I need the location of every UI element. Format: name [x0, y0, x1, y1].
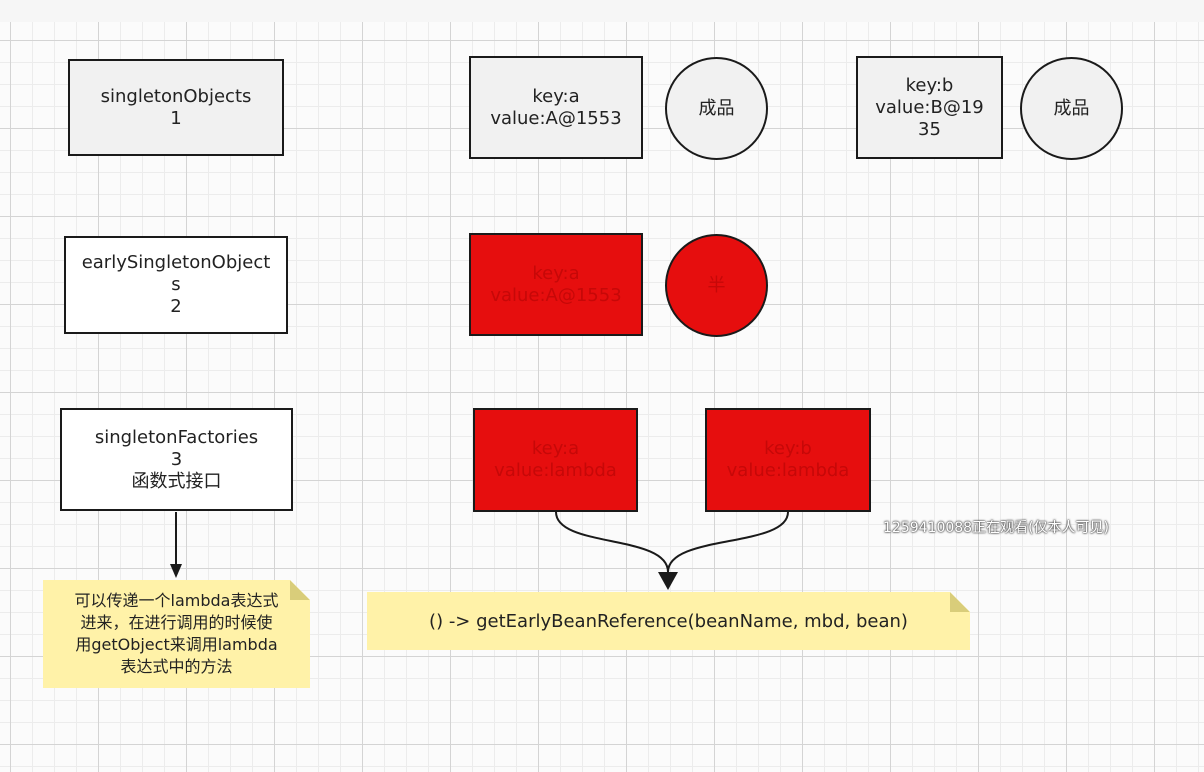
lambda-merge-arrowhead: [658, 572, 678, 590]
early-bean-reference-text: () -> getEarlyBeanReference(beanName, mb…: [429, 610, 908, 632]
lambda-a-curve: [555, 511, 669, 573]
lambda-explanation-note: 可以传递一个lambda表达式 进来，在进行调用的时候使 用getObject来…: [43, 580, 310, 688]
note-line-3: 用getObject来调用lambda: [75, 635, 278, 654]
note-line-1: 可以传递一个lambda表达式: [74, 591, 279, 610]
note-line-2: 进来，在进行调用的时候使: [80, 613, 273, 632]
note-line-4: 表达式中的方法: [120, 657, 233, 676]
lambda-b-curve: [667, 511, 789, 573]
early-bean-reference-note: () -> getEarlyBeanReference(beanName, mb…: [367, 592, 970, 650]
viewer-watermark: 1259410088正在观看(仅本人可见): [883, 520, 1109, 536]
factories-to-note-arrowhead: [170, 564, 182, 578]
